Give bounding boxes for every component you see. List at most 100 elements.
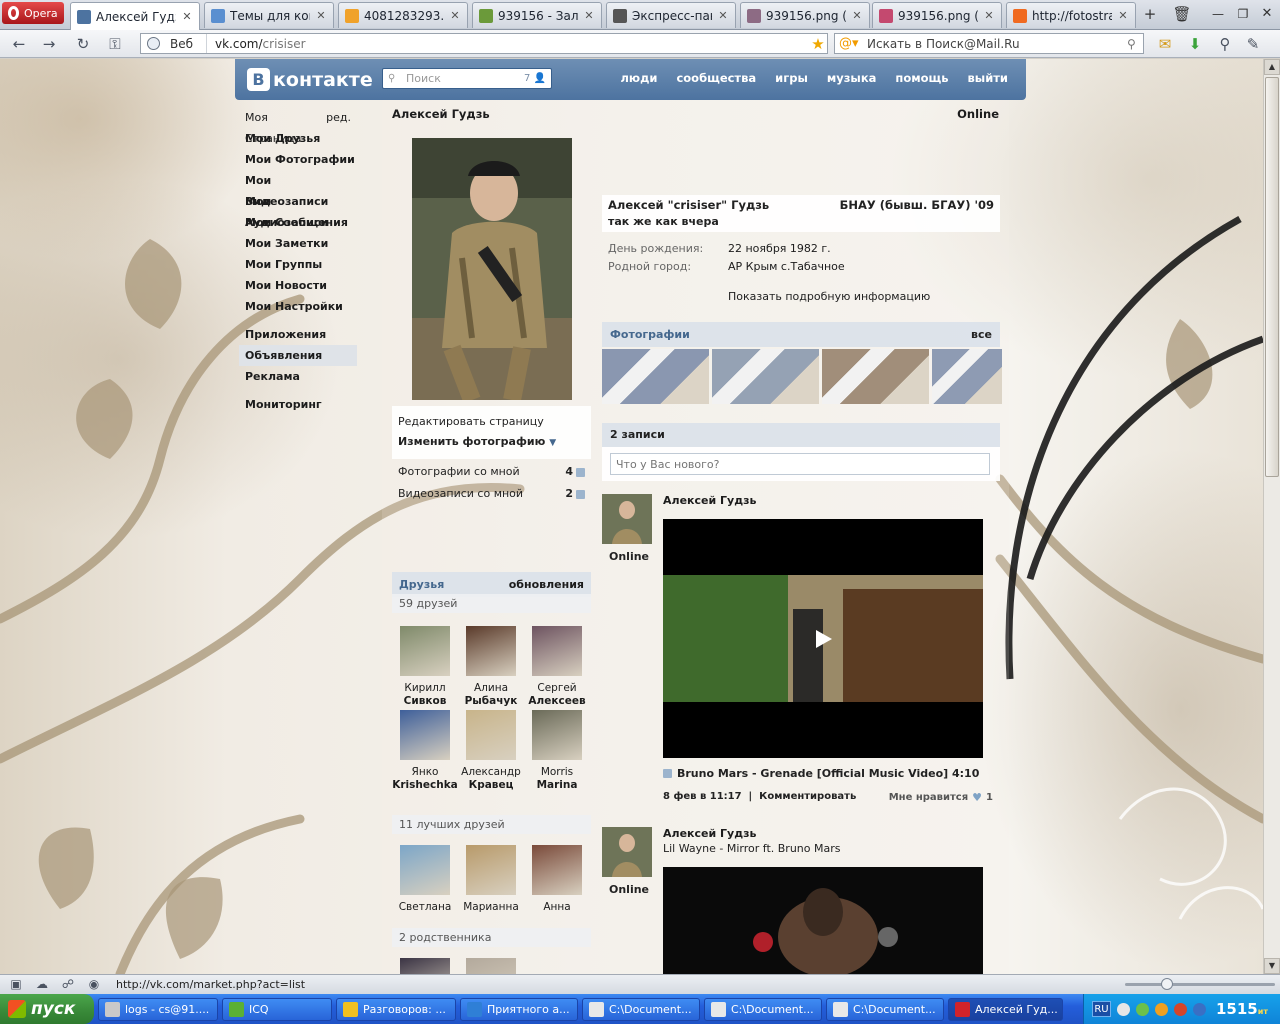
zoom-slider-knob[interactable] xyxy=(1161,978,1173,990)
friend-item[interactable]: Светлана xyxy=(392,845,458,914)
relatives-header[interactable]: 2 родственника xyxy=(392,928,591,947)
vk-logo[interactable]: В контакте xyxy=(247,68,373,91)
browser-tab[interactable]: Алексей Гудзь ✕ xyxy=(70,2,200,30)
close-icon[interactable]: ✕ xyxy=(851,9,863,22)
menu-item[interactable]: Мои Видеозаписи xyxy=(239,170,357,208)
photos-all-link[interactable]: все xyxy=(971,328,992,341)
post-author-name[interactable]: Алексей Гудзь xyxy=(663,494,756,507)
photo-thumbnail[interactable] xyxy=(712,349,819,404)
cloud-icon[interactable]: ☁ xyxy=(32,977,52,993)
language-indicator[interactable]: RU xyxy=(1092,1001,1111,1017)
friend-item[interactable]: Анна xyxy=(524,845,590,914)
reload-icon[interactable]: ↻ xyxy=(72,34,94,54)
post-like-button[interactable]: Мне нравится ♥ 1 xyxy=(889,791,993,804)
friend-avatar[interactable] xyxy=(466,845,516,895)
taskbar-task[interactable]: ICQ xyxy=(222,997,332,1021)
tray-app-icon[interactable] xyxy=(1155,1002,1168,1016)
birthday-value[interactable]: 22 ноября 1982 г. xyxy=(728,240,831,258)
video-player[interactable] xyxy=(663,867,983,974)
vk-search-input[interactable]: ⚲ Поиск 7 👤 xyxy=(382,68,552,89)
friend-item[interactable]: Марианна xyxy=(458,845,524,914)
notes-icon[interactable]: ✎ xyxy=(1242,34,1264,54)
scroll-up-icon[interactable]: ▲ xyxy=(1264,59,1280,75)
friend-item[interactable]: Morris Marina xyxy=(524,710,590,792)
opera-menu-button[interactable]: Opera xyxy=(2,2,64,24)
photo-thumbnail[interactable] xyxy=(822,349,929,404)
panel-toggle-icon[interactable]: ▣ xyxy=(6,977,26,993)
menu-item[interactable]: Мои Настройки xyxy=(239,296,357,317)
menu-item[interactable]: Мои Фотографии xyxy=(239,149,357,170)
restore-icon[interactable]: ❐ xyxy=(1233,4,1253,24)
nav-link[interactable]: выйти xyxy=(968,71,1008,85)
url-mode[interactable]: Веб xyxy=(141,34,207,53)
friend-avatar[interactable] xyxy=(466,626,516,676)
play-icon[interactable] xyxy=(811,627,835,651)
menu-item[interactable]: Реклама xyxy=(239,366,357,387)
close-icon[interactable]: ✕ xyxy=(1117,9,1129,22)
menu-item[interactable]: Мои Заметки xyxy=(239,233,357,254)
post-author-avatar[interactable] xyxy=(602,494,652,544)
taskbar-task[interactable]: C:\Document... xyxy=(826,997,944,1021)
edit-page-link[interactable]: Редактировать страницу xyxy=(398,412,585,432)
menu-item[interactable]: Мониторинг xyxy=(239,394,357,415)
new-tab-icon[interactable]: + xyxy=(1140,4,1160,24)
close-window-icon[interactable]: ✕ xyxy=(1257,4,1277,24)
friend-item[interactable]: Александр Кравец xyxy=(458,710,524,792)
scroll-down-icon[interactable]: ▼ xyxy=(1264,958,1280,974)
search-icon[interactable]: ⚲ xyxy=(1127,37,1143,51)
friend-avatar[interactable] xyxy=(400,710,450,760)
bookmark-star-icon[interactable]: ★ xyxy=(809,35,827,53)
nav-link[interactable]: люди xyxy=(621,71,658,85)
friend-avatar[interactable] xyxy=(532,845,582,895)
menu-edit-link[interactable]: ред. xyxy=(326,107,351,128)
trash-icon[interactable]: 🗑 xyxy=(1172,4,1192,24)
photo-thumbnail[interactable] xyxy=(602,349,709,404)
video-title[interactable]: Bruno Mars - Grenade [Official Music Vid… xyxy=(663,767,979,780)
video-player[interactable] xyxy=(663,519,983,758)
menu-item[interactable]: Мои Группы xyxy=(239,254,357,275)
friend-avatar[interactable] xyxy=(466,710,516,760)
photos-block-header[interactable]: Фотографии все xyxy=(602,322,1000,347)
menu-item[interactable]: Приложения xyxy=(239,324,357,345)
browser-tab[interactable]: Экспресс-панель ✕ xyxy=(606,2,736,28)
close-icon[interactable]: ✕ xyxy=(181,10,193,23)
start-button[interactable]: пуск xyxy=(0,994,94,1024)
friend-avatar[interactable] xyxy=(400,626,450,676)
taskbar-task[interactable]: Приятного а... xyxy=(460,997,578,1021)
wall-post-input[interactable] xyxy=(610,453,990,475)
tray-app-icon[interactable] xyxy=(1174,1002,1187,1016)
best-friends-header[interactable]: 11 лучших друзей xyxy=(392,815,591,834)
url-field[interactable]: Веб vk.com/crisiser ★ xyxy=(140,33,828,54)
friend-avatar[interactable] xyxy=(400,958,450,974)
browser-tab[interactable]: 939156.png (128... ✕ xyxy=(872,2,1002,28)
nav-link[interactable]: игры xyxy=(775,71,808,85)
forward-icon[interactable]: → xyxy=(38,34,60,54)
browser-tab[interactable]: 939156.png (128... ✕ xyxy=(740,2,870,28)
browser-tab[interactable]: 939156 - Заливк... ✕ xyxy=(472,2,602,28)
media-counter-row[interactable]: Фотографии со мной 4 xyxy=(392,461,591,483)
clock[interactable]: 1515ит xyxy=(1216,1000,1268,1018)
post-author-avatar[interactable] xyxy=(602,827,652,877)
menu-item[interactable]: Объявления xyxy=(239,345,357,366)
menu-my-page[interactable]: Моя Страница ред. xyxy=(239,107,357,145)
taskbar-task[interactable]: Разговоров: ... xyxy=(336,997,456,1021)
close-icon[interactable]: ✕ xyxy=(717,9,729,22)
friend-item[interactable]: Сергей Алексеев xyxy=(524,626,590,708)
nav-link[interactable]: помощь xyxy=(895,71,948,85)
friend-avatar[interactable] xyxy=(400,845,450,895)
zoom-slider[interactable] xyxy=(1125,978,1275,990)
profile-status[interactable]: так же как вчера xyxy=(608,215,994,228)
download-icon[interactable]: ⬇ xyxy=(1184,34,1206,54)
post-author-name[interactable]: Алексей Гудзь xyxy=(663,827,756,840)
zoom-icon[interactable]: ⚲ xyxy=(1214,34,1236,54)
close-icon[interactable]: ✕ xyxy=(449,9,461,22)
taskbar-task[interactable]: C:\Document... xyxy=(582,997,700,1021)
page-scrollbar[interactable]: ▲ ▼ xyxy=(1263,59,1280,974)
menu-item[interactable]: Мои Сообщения xyxy=(239,212,357,233)
nav-link[interactable]: сообщества xyxy=(676,71,756,85)
tray-app-icon[interactable] xyxy=(1117,1002,1130,1016)
friends-updates-link[interactable]: обновления xyxy=(509,578,584,591)
turbo-icon[interactable]: ☍ xyxy=(58,977,78,993)
nav-link[interactable]: музыка xyxy=(827,71,877,85)
speed-dial-icon[interactable]: ◉ xyxy=(84,977,104,993)
